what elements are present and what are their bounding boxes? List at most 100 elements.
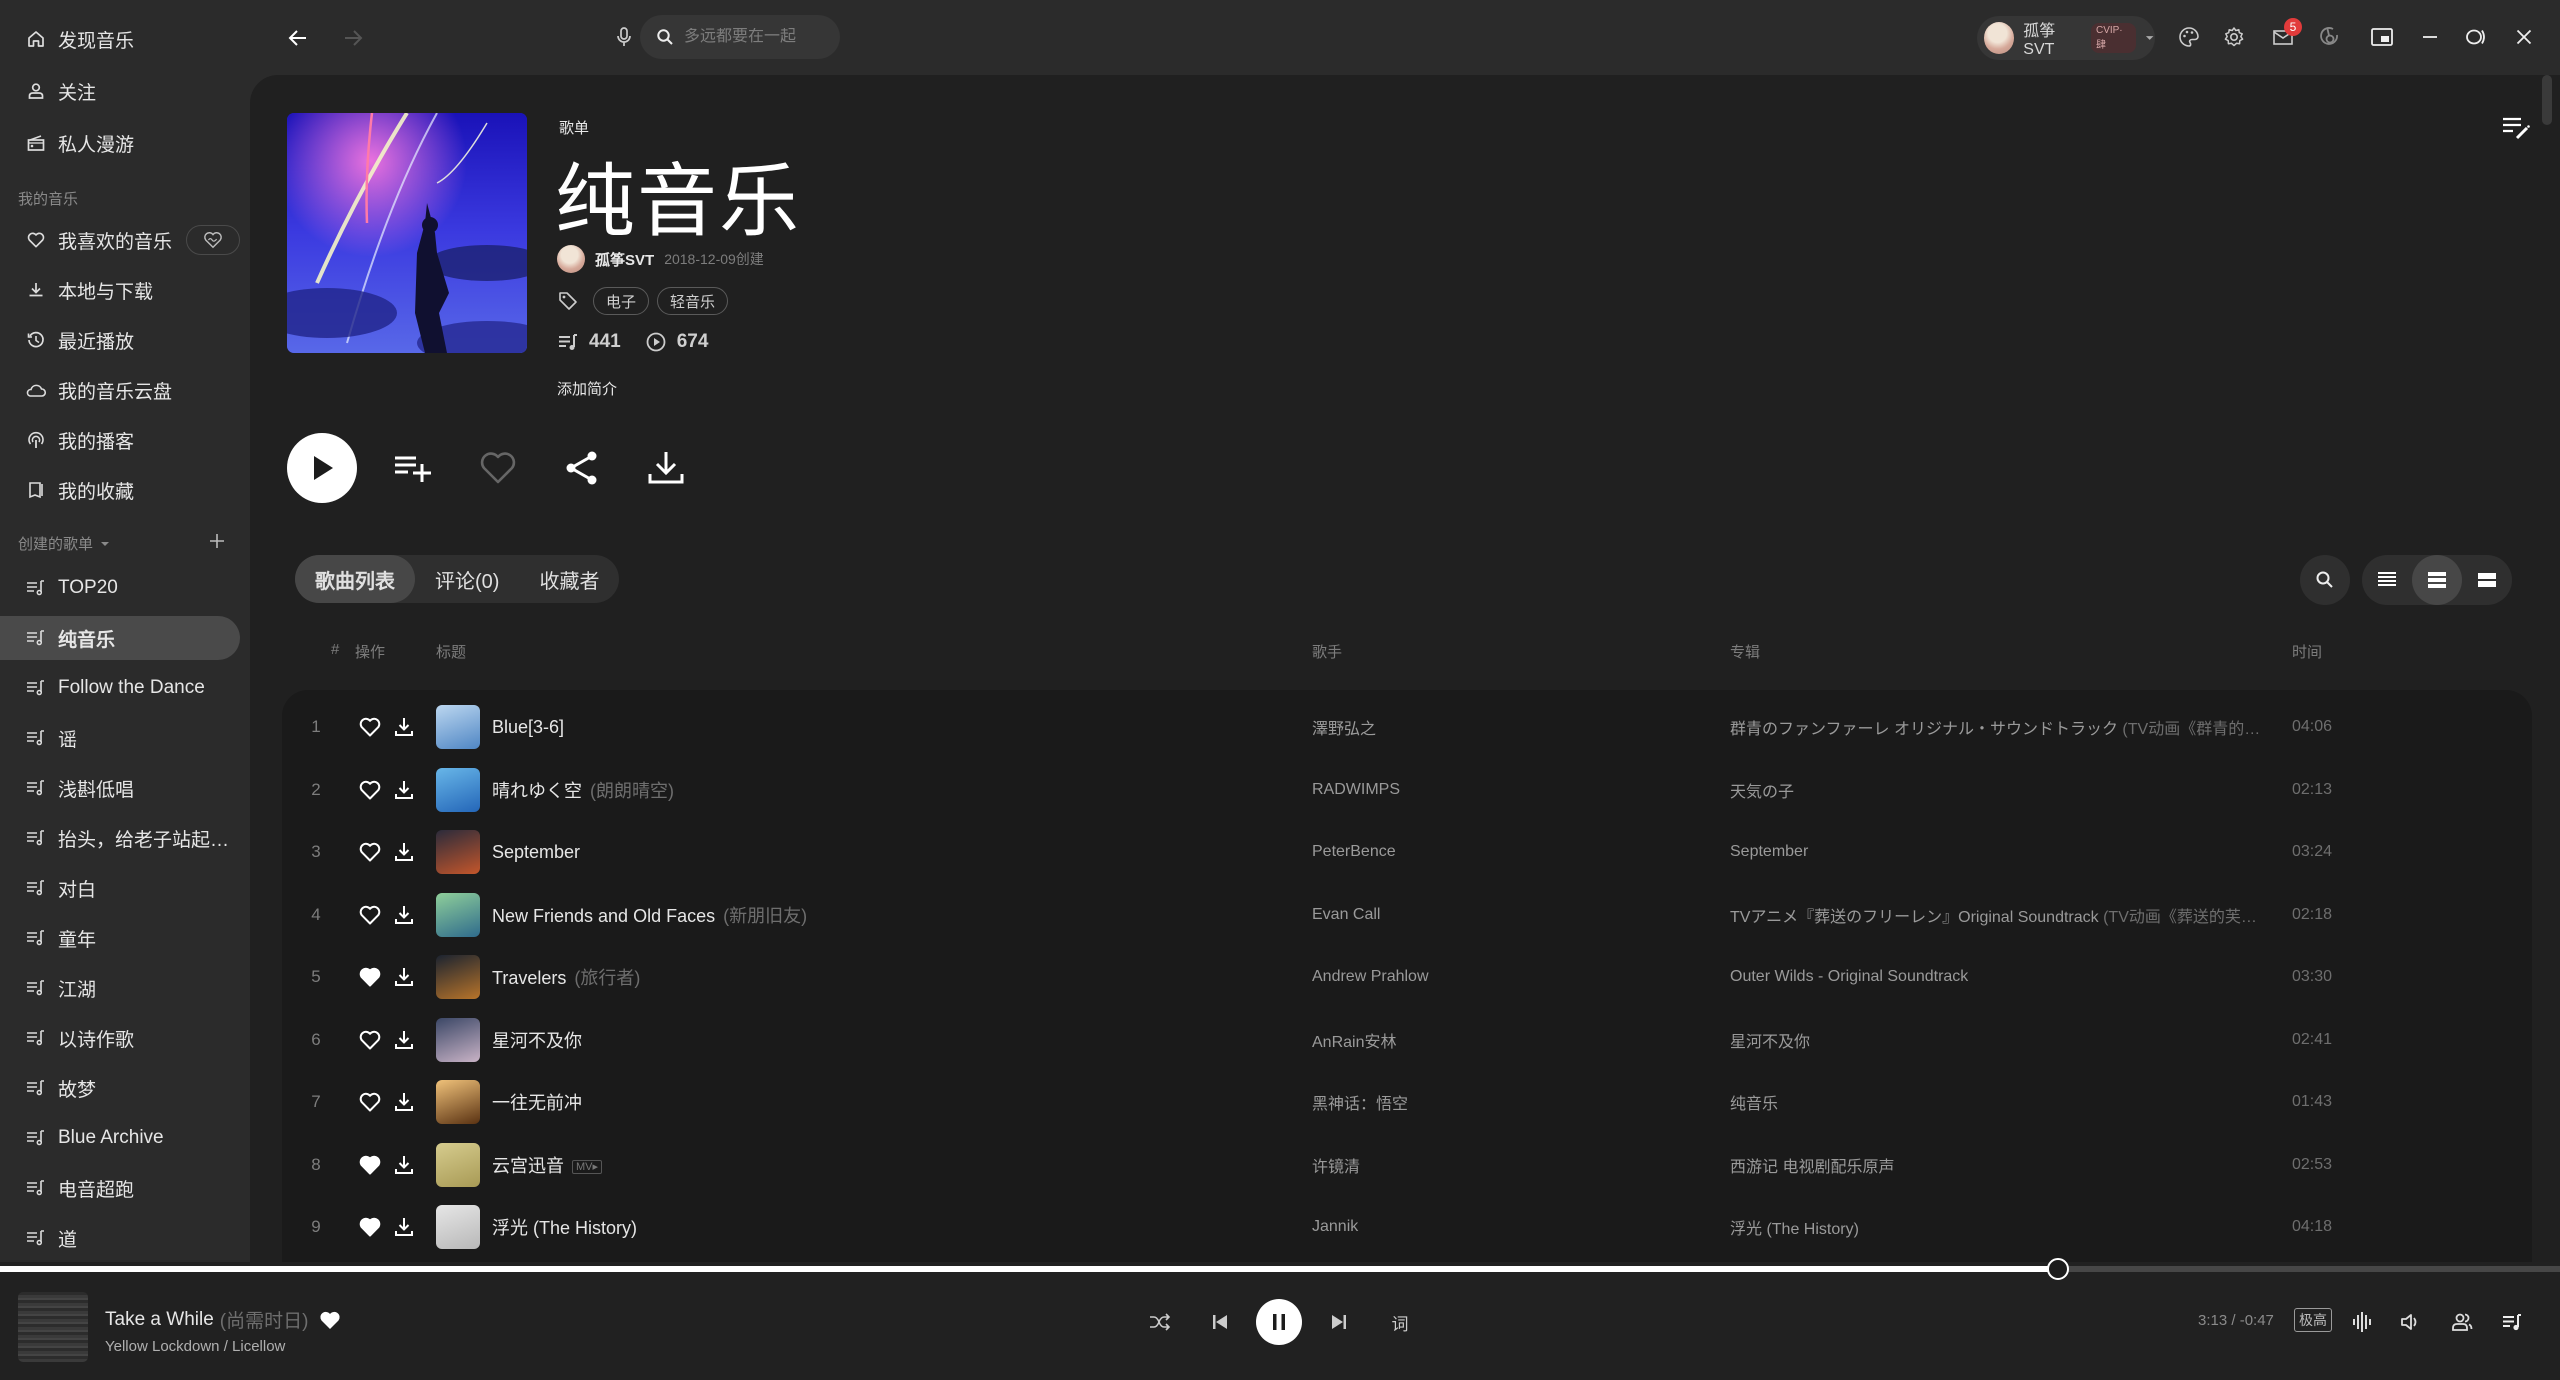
song-artist[interactable]: 许镜清 — [1312, 1153, 1360, 1177]
sidebar-playlist-item[interactable]: Blue Archive — [0, 1116, 240, 1160]
close-button[interactable] — [2507, 20, 2541, 54]
now-playing-artist[interactable]: Yellow Lockdown / Licellow — [105, 1338, 285, 1355]
download-icon[interactable] — [394, 1154, 414, 1176]
listen-together-button[interactable] — [2445, 1298, 2479, 1346]
liked-heart-icon[interactable] — [318, 1309, 342, 1331]
song-title[interactable]: 一往无前冲 — [492, 1089, 582, 1115]
song-artist[interactable]: 澤野弘之 — [1312, 715, 1376, 739]
volume-button[interactable] — [2394, 1298, 2428, 1346]
scrollbar[interactable] — [2542, 75, 2552, 125]
download-icon[interactable] — [394, 779, 414, 801]
heart-outline-icon[interactable] — [358, 1090, 382, 1114]
sidebar-playlist-item[interactable]: 谣 — [0, 716, 240, 760]
song-title[interactable]: New Friends and Old Faces (新朋旧友) — [492, 902, 807, 928]
shuffle-button[interactable] — [1143, 1298, 1177, 1346]
song-album[interactable]: September — [1730, 843, 2270, 861]
song-thumbnail[interactable] — [436, 1205, 480, 1249]
sidebar-playlist-item[interactable]: 浅斟低唱 — [0, 766, 240, 810]
add-to-queue-button[interactable] — [387, 441, 441, 495]
tab-subscribers[interactable]: 收藏者 — [519, 555, 619, 603]
song-title[interactable]: Blue[3-6] — [492, 717, 564, 738]
column-header-artist[interactable]: 歌手 — [1312, 641, 1342, 662]
song-artist[interactable]: RADWIMPS — [1312, 781, 1400, 799]
column-header-title[interactable]: 标题 — [436, 641, 466, 662]
song-artist[interactable]: 黑神话：悟空 — [1312, 1090, 1408, 1114]
column-header-album[interactable]: 专辑 — [1730, 641, 1760, 662]
sidebar-item-recent[interactable]: 最近播放 — [0, 318, 240, 362]
compact-view-button[interactable] — [2362, 555, 2412, 605]
settings-button[interactable] — [2217, 20, 2251, 54]
download-icon[interactable] — [394, 1029, 414, 1051]
song-title[interactable]: 浮光 (The History) — [492, 1214, 637, 1240]
previous-button[interactable] — [1203, 1298, 1237, 1346]
table-row[interactable]: 2 晴れゆく空 (朗朗晴空) RADWIMPS 天気の子 02:13 — [282, 759, 2532, 821]
song-thumbnail[interactable] — [436, 830, 480, 874]
sidebar-playlist-item[interactable]: 故梦 — [0, 1066, 240, 1110]
song-thumbnail[interactable] — [436, 892, 480, 937]
sidebar-item-discover[interactable]: 发现音乐 — [0, 17, 240, 61]
song-thumbnail[interactable] — [436, 1142, 480, 1187]
song-album[interactable]: 西游记 电视剧配乐原声 — [1730, 1153, 2270, 1177]
sidebar-item-podcast[interactable]: 我的播客 — [0, 418, 240, 462]
created-playlists-toggle[interactable]: 创建的歌单 — [18, 533, 111, 554]
now-playing-cover[interactable] — [18, 1292, 88, 1362]
pause-button[interactable] — [1256, 1298, 1302, 1346]
tag-chip[interactable]: 轻音乐 — [657, 287, 729, 315]
minimize-button[interactable] — [2413, 20, 2447, 54]
maximize-button[interactable] — [2460, 20, 2494, 54]
sidebar-playlist-item[interactable]: 抬头，给老子站起… — [0, 816, 240, 860]
heart-filled-icon[interactable] — [358, 965, 382, 989]
sidebar-playlist-item[interactable]: 纯音乐 — [0, 616, 240, 660]
creator-avatar[interactable] — [557, 245, 585, 273]
mv-badge[interactable]: MV▸ — [572, 1160, 603, 1175]
now-playing-title[interactable]: Take a While (尚需时日) — [105, 1306, 342, 1333]
sidebar-playlist-item[interactable]: 童年 — [0, 916, 240, 960]
download-icon[interactable] — [394, 841, 414, 863]
create-playlist-button[interactable] — [206, 530, 228, 552]
column-header-duration[interactable]: 时间 — [2292, 641, 2322, 662]
sidebar-playlist-item[interactable]: 道 — [0, 1216, 240, 1260]
song-artist[interactable]: Evan Call — [1312, 906, 1380, 924]
song-title[interactable]: September — [492, 842, 580, 863]
song-title[interactable]: 星河不及你 — [492, 1027, 582, 1053]
messages-button[interactable]: 5 — [2266, 18, 2302, 54]
download-icon[interactable] — [394, 904, 414, 926]
voice-search-button[interactable] — [607, 20, 641, 54]
song-title[interactable]: 晴れゆく空 (朗朗晴空) — [492, 777, 674, 803]
sidebar-playlist-item[interactable]: TOP20 — [0, 566, 240, 610]
song-thumbnail[interactable] — [436, 705, 480, 749]
song-album[interactable]: TVアニメ『葬送のフリーレン』Original Soundtrack (TV动画… — [1730, 903, 2270, 927]
song-artist[interactable]: Jannik — [1312, 1218, 1358, 1236]
table-row[interactable]: 3 September PeterBence September 03:24 — [282, 821, 2532, 883]
song-album[interactable]: 浮光 (The History) — [1730, 1215, 2270, 1239]
heartbeat-mode-button[interactable] — [186, 225, 240, 255]
song-artist[interactable]: Andrew Prahlow — [1312, 968, 1429, 986]
forward-button[interactable] — [335, 20, 371, 56]
creator-name[interactable]: 孤筝SVT — [595, 249, 654, 270]
heart-outline-icon[interactable] — [358, 903, 382, 927]
sidebar-playlist-item[interactable]: 以诗作歌 — [0, 1016, 240, 1060]
sidebar-playlist-item[interactable]: 对白 — [0, 866, 240, 910]
tag-chip[interactable]: 电子 — [593, 287, 650, 315]
sidebar-item-local-downloads[interactable]: 本地与下载 — [0, 268, 240, 312]
sidebar-playlist-item[interactable]: 电音超跑 — [0, 1166, 240, 1210]
song-thumbnail[interactable] — [436, 1080, 480, 1124]
edit-playlist-button[interactable] — [2500, 111, 2532, 143]
download-all-button[interactable] — [639, 441, 693, 495]
sidebar-item-follow[interactable]: 关注 — [0, 69, 240, 113]
search-in-playlist-button[interactable] — [2300, 555, 2350, 605]
mini-player-button[interactable] — [2365, 20, 2399, 54]
back-button[interactable] — [280, 20, 316, 56]
tab-song-list[interactable]: 歌曲列表 — [295, 555, 415, 603]
standard-view-button[interactable] — [2412, 555, 2462, 605]
theme-button[interactable] — [2172, 20, 2206, 54]
table-row[interactable]: 8 云宫迅音 MV▸ 许镜清 西游记 电视剧配乐原声 02:53 — [282, 1134, 2532, 1196]
song-thumbnail[interactable] — [436, 1017, 480, 1062]
song-album[interactable]: 纯音乐 — [1730, 1090, 2270, 1114]
table-row[interactable]: 4 New Friends and Old Faces (新朋旧友) Evan Cal… — [282, 884, 2532, 946]
table-row[interactable]: 7 一往无前冲 黑神话：悟空 纯音乐 01:43 — [282, 1071, 2532, 1133]
sidebar-item-roam[interactable]: 私人漫游 — [0, 121, 240, 165]
song-thumbnail[interactable] — [436, 955, 480, 999]
song-album[interactable]: 群青のファンファーレ オリジナル・サウンドトラック (TV动画《群青的… — [1730, 715, 2270, 739]
song-thumbnail[interactable] — [436, 767, 480, 812]
